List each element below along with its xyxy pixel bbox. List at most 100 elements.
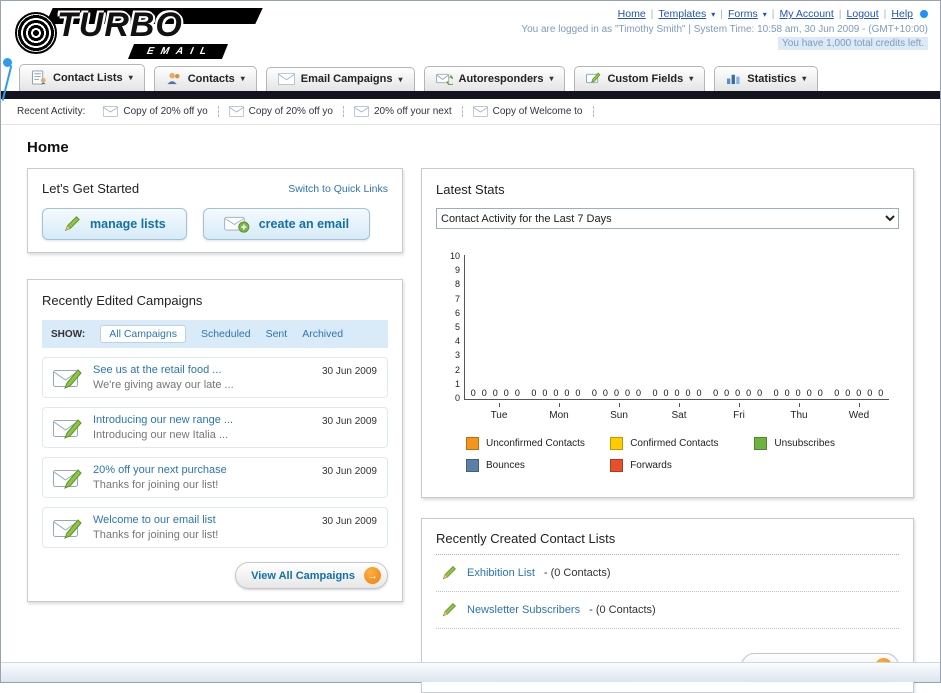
chart-value: 0 (613, 388, 619, 398)
chart-value: 0 (746, 388, 752, 398)
page-title: Home (27, 139, 69, 156)
chart-day-group: 00000 (828, 255, 889, 399)
campaign-title-link[interactable]: 20% off your next purchase (93, 464, 312, 476)
chart-value-labels: 00000 (592, 388, 641, 399)
statistics-icon (726, 72, 741, 85)
legend-item: Confirmed Contacts (610, 437, 754, 450)
chart-value: 0 (674, 388, 680, 398)
chart-x-label: Fri (709, 403, 769, 421)
chevron-down-icon: ▾ (128, 73, 133, 82)
nav-divider-bar (1, 91, 940, 99)
link-my-account[interactable]: My Account (780, 8, 834, 20)
tab-contacts[interactable]: Contacts ▾ (153, 66, 257, 91)
chart-value: 0 (795, 388, 801, 398)
link-help[interactable]: Help (891, 8, 913, 20)
separator: | (720, 8, 724, 20)
recent-activity-item[interactable]: 20% off your next (344, 106, 463, 117)
autoresponders-icon (436, 72, 453, 85)
tab-autoresponders[interactable]: Autoresponders ▾ (423, 66, 566, 91)
app-logo: TURBO EMAIL (13, 6, 283, 61)
contact-lists-panel-title: Recently Created Contact Lists (436, 531, 899, 555)
legend-label: Unconfirmed Contacts (486, 438, 585, 449)
chart-value-labels: 00000 (774, 388, 823, 399)
chevron-down-icon: ▾ (802, 74, 807, 83)
y-tick-label: 4 (454, 336, 460, 347)
main-nav: Contact Lists ▾ Contacts ▾ Email Campaig… (1, 61, 940, 91)
chart-value: 0 (481, 388, 487, 398)
campaign-subtitle: We're giving away our late ... (93, 379, 234, 391)
chart-value: 0 (635, 388, 641, 398)
filter-tab-archived[interactable]: Archived (302, 328, 343, 340)
campaign-row[interactable]: 20% off your next purchase Thanks for jo… (42, 457, 388, 498)
legend-label: Unsubscribes (774, 438, 835, 449)
chart-value: 0 (784, 388, 790, 398)
link-logout[interactable]: Logout (847, 8, 879, 20)
stats-range-select[interactable]: Contact Activity for the Last 7 Days (436, 208, 899, 229)
campaign-title-link[interactable]: Welcome to our email list (93, 514, 312, 526)
campaign-row[interactable]: Welcome to our email list Thanks for joi… (42, 507, 388, 548)
recent-activity-label: Recent Activity: (17, 106, 86, 117)
tab-custom-fields[interactable]: Custom Fields ▾ (574, 66, 706, 91)
utility-nav: Home | Templates ▾ | Forms ▾ | My Accoun… (618, 8, 928, 20)
create-email-button[interactable]: create an email (202, 208, 371, 240)
chart-value-labels: 00000 (471, 388, 520, 399)
envelope-pencil-icon (53, 416, 83, 440)
tab-contact-lists[interactable]: Contact Lists ▾ (19, 64, 145, 91)
contact-list-name-link[interactable]: Newsletter Subscribers (467, 604, 580, 616)
campaign-title-link[interactable]: See us at the retail food ... (93, 364, 312, 376)
header-right: Home | Templates ▾ | Forms ▾ | My Accoun… (521, 6, 928, 59)
recent-activity-item[interactable]: Copy of Welcome to (463, 106, 594, 117)
y-tick-label: 10 (449, 251, 460, 261)
tab-email-campaigns[interactable]: Email Campaigns ▾ (265, 67, 415, 91)
filter-tab-all-campaigns[interactable]: All Campaigns (100, 325, 186, 343)
chart-value: 0 (514, 388, 520, 398)
campaign-subtitle: Introducing our new Italia ... (93, 429, 229, 441)
view-all-campaigns-button[interactable]: View All Campaigns → (235, 562, 388, 589)
logo-subtitle: EMAIL (127, 44, 229, 59)
activity-text: 20% off your next (373, 106, 452, 117)
link-forms[interactable]: Forms (728, 8, 758, 20)
chart-value-labels: 00000 (834, 388, 883, 399)
recent-campaigns-panel: Recently Edited Campaigns SHOW: All Camp… (27, 279, 403, 602)
filter-tab-scheduled[interactable]: Scheduled (201, 328, 251, 340)
chart-value: 0 (542, 388, 548, 398)
manage-lists-button[interactable]: manage lists (42, 208, 187, 240)
chart-value: 0 (663, 388, 669, 398)
tab-statistics[interactable]: Statistics ▾ (714, 66, 819, 91)
contact-list-name-link[interactable]: Exhibition List (467, 567, 535, 579)
link-home[interactable]: Home (618, 8, 646, 20)
legend-item: Unconfirmed Contacts (466, 437, 610, 450)
chart-value: 0 (531, 388, 537, 398)
legend-item: Bounces (466, 459, 610, 472)
chart-value: 0 (624, 388, 630, 398)
recent-activity-bar: Recent Activity: Copy of 20% off yo Copy… (1, 99, 940, 125)
credits-remaining: You have 1,000 total credits left. (778, 37, 928, 50)
recent-activity-item[interactable]: Copy of 20% off yo (219, 106, 344, 117)
contacts-icon (166, 72, 182, 85)
filter-tab-sent[interactable]: Sent (266, 328, 288, 340)
recent-activity-item[interactable]: Copy of 20% off yo (93, 106, 219, 117)
legend-label: Bounces (486, 460, 525, 471)
get-started-panel: Let's Get Started Switch to Quick Links … (27, 168, 403, 253)
chevron-down-icon: ▾ (689, 74, 694, 83)
help-indicator-icon (920, 10, 928, 18)
latest-stats-panel: Latest Stats Contact Activity for the La… (421, 168, 914, 498)
switch-quick-links-link[interactable]: Switch to Quick Links (288, 183, 388, 195)
contact-list-item[interactable]: Exhibition List - (0 Contacts) (436, 555, 899, 592)
chart-value: 0 (773, 388, 779, 398)
chart-value: 0 (867, 388, 873, 398)
contact-list-item[interactable]: Newsletter Subscribers - (0 Contacts) (436, 592, 899, 629)
campaign-row[interactable]: Introducing our new range ... Introducin… (42, 407, 388, 448)
campaign-row[interactable]: See us at the retail food ... We're givi… (42, 357, 388, 398)
link-templates[interactable]: Templates (658, 8, 706, 20)
contact-activity-chart: 10 9 8 7 6 5 4 3 2 1 0 000000000000000000000000000… (444, 251, 889, 403)
y-tick-label: 8 (454, 279, 460, 290)
campaign-title-link[interactable]: Introducing our new range ... (93, 414, 312, 426)
separator: | (650, 8, 654, 20)
pencil-icon (440, 602, 458, 618)
activity-text: Copy of Welcome to (492, 106, 583, 117)
envelope-icon (229, 106, 244, 117)
campaign-date: 30 Jun 2009 (321, 366, 377, 377)
envelope-icon (473, 106, 488, 117)
envelope-icon (354, 106, 369, 117)
